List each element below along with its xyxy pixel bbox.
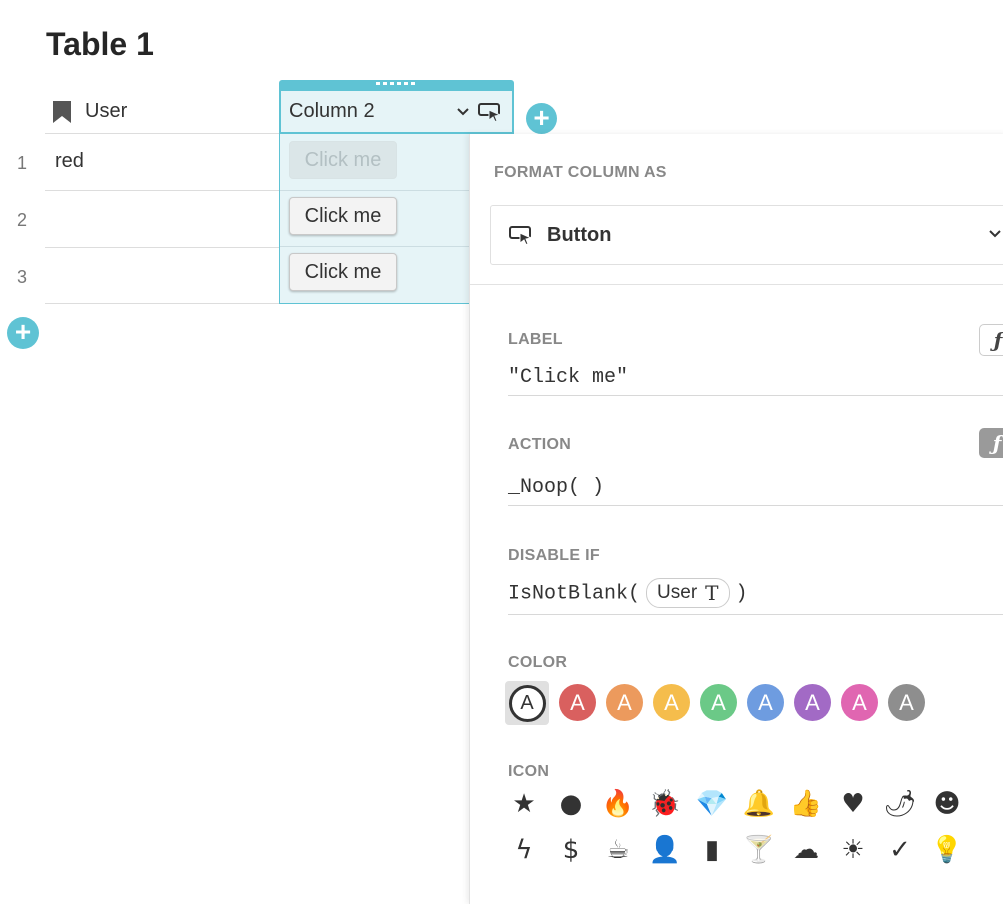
color-swatch-purple[interactable]: A [794, 684, 831, 721]
format-column-heading: FORMAT COLUMN AS [494, 164, 667, 181]
lightning-icon[interactable]: ϟ [508, 834, 540, 866]
cell-user[interactable]: red [55, 150, 84, 173]
color-swatch-red[interactable]: A [559, 684, 596, 721]
lightbulb-icon[interactable]: 💡 [931, 834, 963, 866]
heart-icon[interactable]: ♥ [837, 788, 869, 820]
color-swatch-gray[interactable]: A [888, 684, 925, 721]
fire-icon[interactable]: 🔥 [602, 788, 634, 820]
action-formula: _Noop( ) [508, 476, 605, 499]
bell-icon[interactable]: 🔔 [743, 788, 775, 820]
diamond-icon[interactable]: 💎 [696, 788, 728, 820]
smiley-icon[interactable]: ☻ [931, 788, 963, 820]
action-heading: ACTION [508, 436, 572, 453]
person-icon[interactable]: 👤 [649, 834, 681, 866]
label-heading: LABEL [508, 331, 563, 348]
check-icon[interactable]: ✓ [884, 834, 916, 866]
color-swatch-selected[interactable]: A [505, 681, 549, 725]
column-reference-label: User [657, 582, 698, 603]
color-swatch-green[interactable]: A [700, 684, 737, 721]
plus-icon: + [533, 101, 550, 133]
column-reference-chip[interactable]: User T [646, 578, 730, 608]
cell-button[interactable]: Click me [289, 197, 397, 235]
circle-icon[interactable]: ● [555, 788, 587, 820]
color-swatch-default: A [508, 684, 546, 722]
plus-icon: + [14, 316, 32, 347]
divider [470, 284, 1003, 285]
disable-if-formula-field[interactable]: IsNotBlank( User T) [508, 578, 1003, 615]
cocktail-icon[interactable]: 🍸 [743, 834, 775, 866]
text-type-icon: T [705, 581, 719, 605]
label-formula-field[interactable]: "Click me" [508, 366, 1003, 396]
cell-button-disabled: Click me [289, 141, 397, 179]
page-title: Table 1 [46, 26, 154, 62]
label-formula: "Click me" [508, 366, 629, 389]
button-icon [478, 102, 502, 122]
formula-function: IsNotBlank( [508, 582, 641, 606]
row-number: 3 [16, 267, 27, 287]
column-2-cells: Click me Click me Click me [279, 134, 470, 304]
table-row [45, 191, 279, 248]
chevron-down-icon [989, 230, 1001, 238]
star-icon[interactable]: ★ [508, 788, 540, 820]
row-number: 1 [16, 153, 27, 173]
column-header-label: User [85, 100, 128, 122]
format-type-value: Button [547, 223, 612, 246]
bug-icon[interactable]: 🐞 [649, 788, 681, 820]
table-row [45, 247, 279, 304]
color-swatch-pink[interactable]: A [841, 684, 878, 721]
disable-if-formula: IsNotBlank( User T) [508, 578, 1003, 614]
column-header-column-2[interactable]: Column 2 [279, 89, 514, 134]
column-header-user[interactable]: User [45, 90, 279, 134]
disable-if-heading: DISABLE IF [508, 547, 600, 564]
chili-icon[interactable]: 🌶 [884, 788, 917, 820]
grip-icon [376, 82, 416, 85]
column-header-label: Column 2 [289, 100, 375, 122]
cloud-icon[interactable]: ☁ [790, 834, 822, 866]
button-icon [509, 226, 533, 245]
icon-heading: ICON [508, 763, 550, 780]
color-swatch-orange[interactable]: A [606, 684, 643, 721]
add-row-button[interactable]: + [7, 317, 39, 349]
chevron-down-icon[interactable] [456, 107, 470, 117]
book-icon[interactable]: ▮ [696, 834, 728, 866]
action-formula-field[interactable]: _Noop( ) [508, 476, 1003, 506]
icon-picker: ★ ● 🔥 🐞 💎 🔔 👍 ♥ 🌶 ☻ ϟ $ ☕ 👤 ▮ 🍸 ☁ ☀ ✓ 💡 [508, 788, 988, 866]
table-row: red [45, 134, 279, 191]
color-swatches: A A A A A A A A A [505, 681, 925, 725]
format-type-select[interactable]: Button [490, 205, 1003, 265]
column-format-panel: FORMAT COLUMN AS Button LABEL ƒ "Click m… [469, 134, 1003, 904]
formula-close-paren: ) [735, 582, 748, 606]
dollar-icon[interactable]: $ [555, 834, 587, 866]
row-divider [280, 246, 470, 247]
color-swatch-blue[interactable]: A [747, 684, 784, 721]
coffee-icon[interactable]: ☕ [602, 834, 634, 866]
row-number: 2 [16, 210, 27, 230]
formula-button[interactable]: ƒ [979, 428, 1003, 458]
add-column-button[interactable]: + [526, 103, 557, 134]
formula-button[interactable]: ƒ [979, 324, 1003, 356]
color-swatch-yellow[interactable]: A [653, 684, 690, 721]
row-divider [280, 190, 470, 191]
thumbs-up-icon[interactable]: 👍 [790, 788, 822, 820]
sun-icon[interactable]: ☀ [837, 834, 869, 866]
color-heading: COLOR [508, 654, 568, 671]
bookmark-icon [53, 100, 71, 123]
cell-button[interactable]: Click me [289, 253, 397, 291]
